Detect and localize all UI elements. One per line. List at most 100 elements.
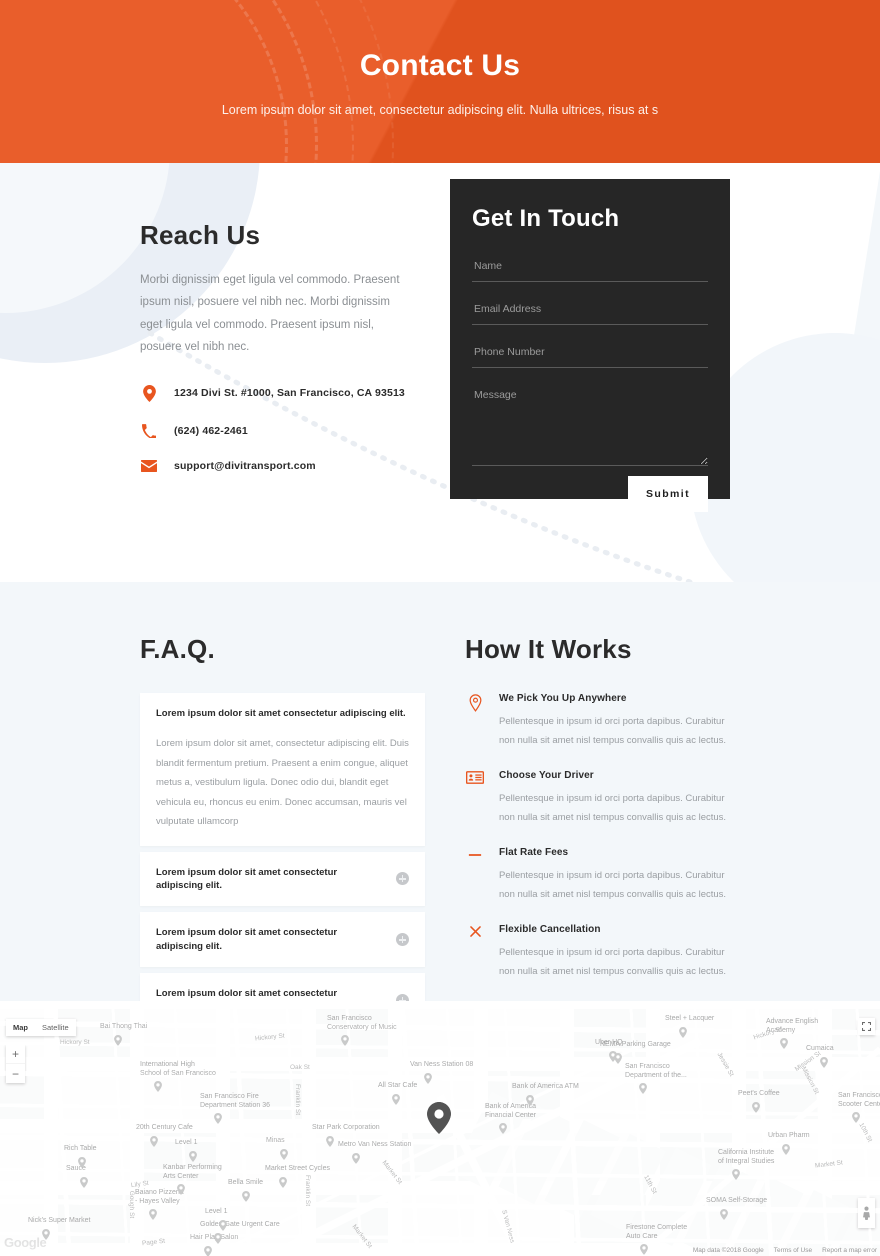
how-it-works-item: Flexible Cancellation Pellentesque in ips… (465, 924, 740, 981)
map-place-label[interactable]: All Star Cafe (378, 1082, 417, 1091)
map-place-label[interactable]: Rich Table (64, 1145, 97, 1154)
map-poi-icon[interactable] (326, 1134, 334, 1152)
map-poi-icon[interactable] (204, 1244, 212, 1256)
map-poi-icon[interactable] (752, 1100, 760, 1118)
map-poi-icon[interactable] (341, 1033, 349, 1051)
map-place-label[interactable]: Nick's Super Market (28, 1217, 90, 1226)
map-poi-icon[interactable] (392, 1092, 400, 1110)
map-poi-icon[interactable] (640, 1242, 648, 1256)
map-section[interactable]: Bai Thong Thai San Francisco Conservatory … (0, 1001, 880, 1256)
plus-circle-icon[interactable] (396, 933, 409, 947)
map-zoom-control[interactable]: + − (6, 1045, 25, 1083)
map-place-label[interactable]: Minas (266, 1137, 285, 1146)
map-type-satellite-button[interactable]: Satellite (35, 1019, 76, 1036)
map-place-label[interactable]: Bella Smile (228, 1179, 263, 1188)
map-place-label[interactable]: Market Street Cycles (265, 1165, 330, 1174)
map-poi-icon[interactable] (780, 1036, 788, 1054)
map-poi-icon[interactable] (149, 1207, 157, 1225)
map-place-label[interactable]: SOMA Self-Storage (706, 1197, 767, 1206)
plus-circle-icon[interactable] (396, 993, 409, 1001)
map-place-label[interactable]: Level 1 (175, 1139, 198, 1148)
faq-item[interactable]: Lorem ipsum dolor sit amet consectetur a… (140, 693, 425, 846)
map-poi-icon[interactable] (242, 1189, 250, 1207)
map-poi-icon[interactable] (720, 1207, 728, 1225)
map-place-label[interactable]: Urban Pharm (768, 1132, 810, 1141)
map-poi-icon[interactable] (280, 1147, 288, 1165)
map-poi-icon[interactable] (154, 1079, 162, 1097)
pegman-street-view-icon[interactable] (858, 1198, 875, 1228)
name-field[interactable] (472, 255, 708, 282)
terms-of-use-link[interactable]: Terms of Use (774, 1247, 812, 1254)
faq-item-header[interactable]: Lorem ipsum dolor sit amet consectetur a… (156, 866, 409, 893)
faq-item-header[interactable]: Lorem ipsum dolor sit amet consectetur a… (156, 707, 409, 720)
faq-item[interactable]: Lorem ipsum dolor sit amet consectetur a… (140, 972, 425, 1001)
map-place-label[interactable]: California Institute of Integral Studies (718, 1149, 774, 1167)
map-place-label[interactable]: Bai Thong Thai (100, 1023, 147, 1032)
contact-row-address[interactable]: 1234 Divi St. #1000, San Francisco, CA 9… (140, 384, 410, 402)
contact-row-email[interactable]: support@divitransport.com (140, 459, 410, 472)
report-map-error-link[interactable]: Report a map error (822, 1247, 877, 1254)
map-place-label[interactable]: Steel + Lacquer (665, 1015, 714, 1024)
map-poi-icon[interactable] (820, 1055, 828, 1073)
map-poi-icon[interactable] (639, 1081, 647, 1099)
map-poi-icon[interactable] (499, 1121, 507, 1139)
map-poi-icon[interactable] (189, 1149, 197, 1167)
map-place-label[interactable]: Firestone Complete Auto Care (626, 1224, 687, 1242)
map-place-label[interactable]: San Francisco Department of the... (625, 1063, 687, 1081)
message-field[interactable] (472, 384, 708, 466)
map-place-label[interactable]: Golden Gate Urgent Care (200, 1221, 280, 1230)
map-poi-icon[interactable] (150, 1134, 158, 1152)
map-type-control[interactable]: Map Satellite (6, 1019, 76, 1036)
plus-circle-icon[interactable] (396, 872, 409, 886)
map-poi-icon[interactable] (614, 1051, 622, 1069)
phone-field[interactable] (472, 341, 708, 368)
how-it-works-item: Flat Rate Fees Pellentesque in ipsum id o… (465, 847, 740, 904)
zoom-out-button[interactable]: − (6, 1064, 25, 1083)
map-place-label[interactable]: Star Park Corporation (312, 1124, 380, 1133)
map-poi-icon[interactable] (526, 1093, 534, 1111)
reach-us-body: Morbi dignissim eget ligula vel commodo.… (140, 274, 400, 354)
map-poi-icon[interactable] (852, 1110, 860, 1128)
map-poi-icon[interactable] (177, 1182, 185, 1200)
how-it-works-item-body: Pellentesque in ipsum id orci porta dapi… (499, 947, 727, 977)
map-place-label[interactable]: Metro Van Ness Station (338, 1141, 411, 1150)
map-poi-icon[interactable] (78, 1155, 86, 1173)
map-place-label[interactable]: San Francisco Conservatory of Music (327, 1015, 397, 1033)
fullscreen-icon[interactable] (858, 1018, 875, 1035)
faq-question: Lorem ipsum dolor sit amet consectetur a… (156, 987, 338, 999)
faq-item[interactable]: Lorem ipsum dolor sit amet consectetur a… (140, 912, 425, 967)
map-place-label[interactable]: San Francisco Fire Department Station 36 (200, 1093, 270, 1111)
map-type-map-button[interactable]: Map (6, 1019, 35, 1036)
faq-item-header[interactable]: Lorem ipsum dolor sit amet consectetur a… (156, 926, 409, 953)
faq-item-header[interactable]: Lorem ipsum dolor sit amet consectetur a… (156, 987, 409, 1001)
map-poi-icon[interactable] (782, 1142, 790, 1160)
contact-phone-text: (624) 462-2461 (174, 424, 248, 437)
location-marker-icon[interactable] (427, 1102, 451, 1139)
faq-item[interactable]: Lorem ipsum dolor sit amet consectetur a… (140, 851, 425, 907)
map-poi-icon[interactable] (214, 1231, 222, 1249)
map-poi-icon[interactable] (679, 1025, 687, 1043)
form-title: Get In Touch (472, 205, 620, 232)
map-poi-icon[interactable] (732, 1167, 740, 1185)
faq-accordion: Lorem ipsum dolor sit amet consectetur a… (140, 693, 425, 1001)
map-poi-icon[interactable] (352, 1151, 360, 1169)
map-poi-icon[interactable] (279, 1175, 287, 1193)
page-title: Contact Us (359, 49, 521, 82)
map-place-label[interactable]: San FranciscoScooter Center (838, 1092, 880, 1110)
map-place-label[interactable]: Level 1 (205, 1208, 228, 1217)
faq-title: F.A.Q. (140, 634, 215, 664)
map-place-label[interactable]: Peet's Coffee (738, 1090, 780, 1099)
map-poi-icon[interactable] (80, 1175, 88, 1193)
submit-button[interactable]: Submit (628, 476, 708, 512)
reach-us-title: Reach Us (140, 220, 261, 250)
map-place-label[interactable]: Van Ness Station 08 (410, 1061, 473, 1070)
map-place-label[interactable]: 20th Century Cafe (136, 1124, 193, 1133)
map-place-label[interactable]: Bank of America ATM (512, 1083, 579, 1092)
map-poi-icon[interactable] (424, 1071, 432, 1089)
map-poi-icon[interactable] (214, 1111, 222, 1129)
contact-row-phone[interactable]: (624) 462-2461 (140, 423, 410, 438)
map-place-label[interactable]: International High School of San Francisc… (140, 1061, 216, 1079)
zoom-in-button[interactable]: + (6, 1045, 25, 1064)
map-poi-icon[interactable] (114, 1033, 122, 1051)
email-field[interactable] (472, 298, 708, 325)
